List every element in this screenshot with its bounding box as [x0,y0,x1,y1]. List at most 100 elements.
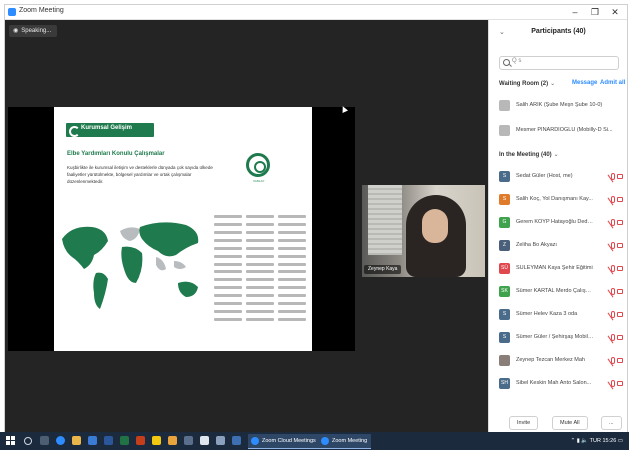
avatar: Z [499,240,510,251]
avatar: SÜ [499,263,510,274]
video-off-icon[interactable] [617,243,623,248]
participant-row[interactable]: Zeynep Tezcan Merkez Mah [499,354,623,368]
tray-volume-icon[interactable]: 🔈 [581,438,588,444]
participant-video-tile[interactable]: Zeynep Kaya [362,185,485,277]
muted-mic-icon[interactable] [611,242,615,249]
participant-row[interactable]: SK Sümer KARTAL Merdo Çalışma... [499,285,623,299]
video-off-icon[interactable] [617,289,623,294]
video-off-icon[interactable] [617,335,623,340]
vlc-icon[interactable] [168,436,177,445]
participant-row[interactable]: G Gerem KOYP Hatayoğlu Dedo... [499,216,623,230]
waiting-row[interactable]: Mesmer PINARDİOĞLU (Mobilly-D Si... [499,124,623,138]
avatar: S [499,194,510,205]
video-off-icon[interactable] [617,381,623,386]
muted-mic-icon[interactable] [611,288,615,295]
folder-icon[interactable] [152,436,161,445]
muted-mic-icon[interactable] [611,357,615,364]
slide-subheading: Elbe Yardımları Konulu Çalışmalar [67,151,165,157]
speaker-view-chip[interactable]: ◉ Speaking... [9,25,58,37]
muted-mic-icon[interactable] [611,219,615,226]
tray-up-arrow-icon[interactable]: ⌃ [571,438,576,444]
logo-caption: KIZILAY [253,179,265,183]
edge-icon[interactable] [56,436,65,445]
settings-icon[interactable] [200,436,209,445]
word-icon[interactable] [104,436,113,445]
slide-paragraph: Kuşbirlikte ile kurumsal iletişim ve des… [67,165,213,184]
video-off-icon[interactable] [617,197,623,202]
muted-mic-icon[interactable] [611,311,615,318]
muted-mic-icon[interactable] [611,334,615,341]
windows-start-icon[interactable] [6,436,15,445]
video-off-icon[interactable] [617,358,623,363]
country-list [214,215,306,325]
muted-mic-icon[interactable] [611,196,615,203]
tray-clock[interactable]: 15:26 [603,438,617,444]
participant-name: Zeynep Tezcan Merkez Mah [516,357,585,363]
participant-search-input[interactable]: Q s [499,56,619,70]
more-button[interactable]: ... [601,416,622,430]
participant-name: Sümer KARTAL Merdo Çalışma... [516,288,594,294]
in-meeting-header[interactable]: In the Meeting (40) ⌄ [499,151,559,158]
meeting-area: ◉ Speaking... Kurumsal Gelişim Elbe Yard… [5,20,488,433]
waiting-row[interactable]: Salih ARİK (Şube Meşn Şube 10-0) [499,99,623,113]
participant-name: SÜLEYMAN Kaya Şehir Eğitimi [516,265,593,271]
video-off-icon[interactable] [617,312,623,317]
participant-name: Salih ARİK (Şube Meşn Şube 10-0) [516,102,603,108]
title-bar: Zoom Meeting – ❐ ✕ [5,5,627,20]
tray-network-icon[interactable]: ▮ [577,438,580,444]
participant-row[interactable]: Z Zeliha Bo Akyazı [499,239,623,253]
participant-row[interactable]: SÜ SÜLEYMAN Kaya Şehir Eğitimi [499,262,623,276]
participants-title: Participants (40) [531,28,586,35]
message-button[interactable]: Message [572,80,597,86]
app-icon[interactable] [232,436,241,445]
taskbar-app-zoom-meeting[interactable]: Zoom Meeting [318,434,372,449]
invite-button[interactable]: Invite [509,416,539,430]
avatar: S [499,332,510,343]
notification-icon[interactable]: ▭ [618,438,623,444]
muted-mic-icon[interactable] [611,265,615,272]
avatar [499,100,510,111]
participants-footer: Invite Mute All ... [489,413,627,433]
muted-mic-icon[interactable] [611,380,615,387]
avatar: S [499,309,510,320]
app-icon[interactable] [216,436,225,445]
participant-row[interactable]: S Sümer Helev Kaza 3 oda [499,308,623,322]
presentation-slide: Kurumsal Gelişim Elbe Yardımları Konulu … [54,107,312,351]
participant-name: Sümer Güler / Şehirşaş Mobilya... [516,334,594,340]
video-name-label: Zeynep Kaya [364,265,402,274]
avatar: S [499,171,510,182]
search-icon[interactable] [24,437,32,445]
taskbar-app-zoom-cloud[interactable]: Zoom Cloud Meetings [248,434,320,449]
video-off-icon[interactable] [617,266,623,271]
search-placeholder: Q s [512,58,522,64]
participant-row[interactable]: SH Sibel Keskin Mah Anto Salon... [499,377,623,391]
mute-all-button[interactable]: Mute All [552,416,588,430]
waiting-room-header[interactable]: Waiting Room (2) ⌄ [499,80,555,87]
participant-row[interactable]: S Sümer Güler / Şehirşaş Mobilya... [499,331,623,345]
participant-name: Mesmer PINARDİOĞLU (Mobilly-D Si... [516,127,613,133]
close-button[interactable]: ✕ [603,5,627,19]
task-view-icon[interactable] [40,436,49,445]
file-explorer-icon[interactable] [72,436,81,445]
speaker-icon: ◉ [13,28,19,34]
avatar [499,125,510,136]
admit-all-button[interactable]: Admit all [600,80,625,86]
participant-row[interactable]: S Sedat Güler (Host, me) [499,170,623,184]
organization-logo-icon [246,153,270,177]
speaker-chip-label: Speaking... [21,28,52,34]
avatar [499,355,510,366]
participant-row[interactable]: S Salih Koç, Yol Danışmanı Kay... [499,193,623,207]
video-off-icon[interactable] [617,174,623,179]
avatar: SK [499,286,510,297]
screen-share: Kurumsal Gelişim Elbe Yardımları Konulu … [8,107,355,351]
muted-mic-icon[interactable] [611,173,615,180]
app-icon[interactable] [184,436,193,445]
participant-name: Salih Koç, Yol Danışmanı Kay... [516,196,593,202]
tray-language[interactable]: TUR [590,438,601,444]
powerpoint-icon[interactable] [136,436,145,445]
search-icon [503,59,510,66]
excel-icon[interactable] [120,436,129,445]
video-off-icon[interactable] [617,220,623,225]
slide-heading-badge: Kurumsal Gelişim [66,123,154,137]
store-icon[interactable] [88,436,97,445]
